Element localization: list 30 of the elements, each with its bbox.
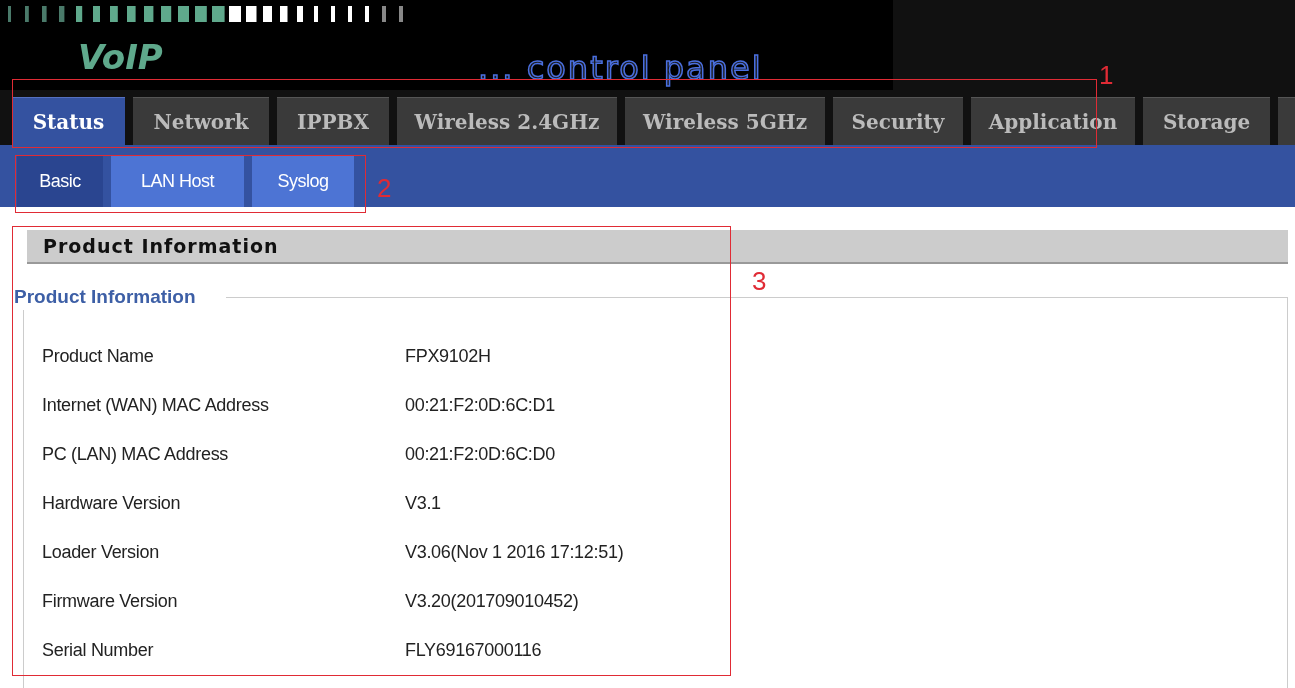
field-label: Hardware Version xyxy=(41,492,182,515)
field-value: FLY69167000116 xyxy=(405,639,542,662)
field-value: V3.20(201709010452) xyxy=(405,590,579,613)
annotation-number: 2 xyxy=(377,173,392,203)
nav-tab[interactable]: Security xyxy=(833,97,963,145)
nav-tab[interactable]: Wireless 2.4GHz xyxy=(397,97,617,145)
sub-tab[interactable]: LAN Host xyxy=(111,155,244,207)
nav-tab[interactable]: Status xyxy=(12,97,125,145)
field-label: Loader Version xyxy=(41,541,160,564)
section-header: Product Information xyxy=(27,230,1288,264)
field-label: Firmware Version xyxy=(41,590,179,613)
field-value: V3.1 xyxy=(405,492,441,515)
field-value: FPX9102H xyxy=(405,345,491,368)
nav-tab[interactable]: Wireless 5GHz xyxy=(625,97,825,145)
sub-tab[interactable]: Basic xyxy=(17,155,103,207)
field-label: PC (LAN) MAC Address xyxy=(41,443,230,466)
annotation-number: 1 xyxy=(1099,60,1114,90)
nav-tab[interactable]: Storage xyxy=(1143,97,1270,145)
field-value: 00:21:F2:0D:6C:D1 xyxy=(405,394,555,417)
field-label: Serial Number xyxy=(41,639,155,662)
logo-text: VoIP xyxy=(78,38,163,76)
nav-tab[interactable]: IPPBX xyxy=(277,97,389,145)
field-label: Product Name xyxy=(41,345,155,368)
nav-tab[interactable]: Network xyxy=(133,97,269,145)
tagline-text: ... control panel xyxy=(478,50,763,86)
field-value: 00:21:F2:0D:6C:D0 xyxy=(405,443,555,466)
sub-tab[interactable]: Syslog xyxy=(252,155,354,207)
field-label: Internet (WAN) MAC Address xyxy=(41,394,270,417)
field-value: V3.06(Nov 1 2016 17:12:51) xyxy=(405,541,624,564)
annotation-number: 3 xyxy=(752,266,767,296)
